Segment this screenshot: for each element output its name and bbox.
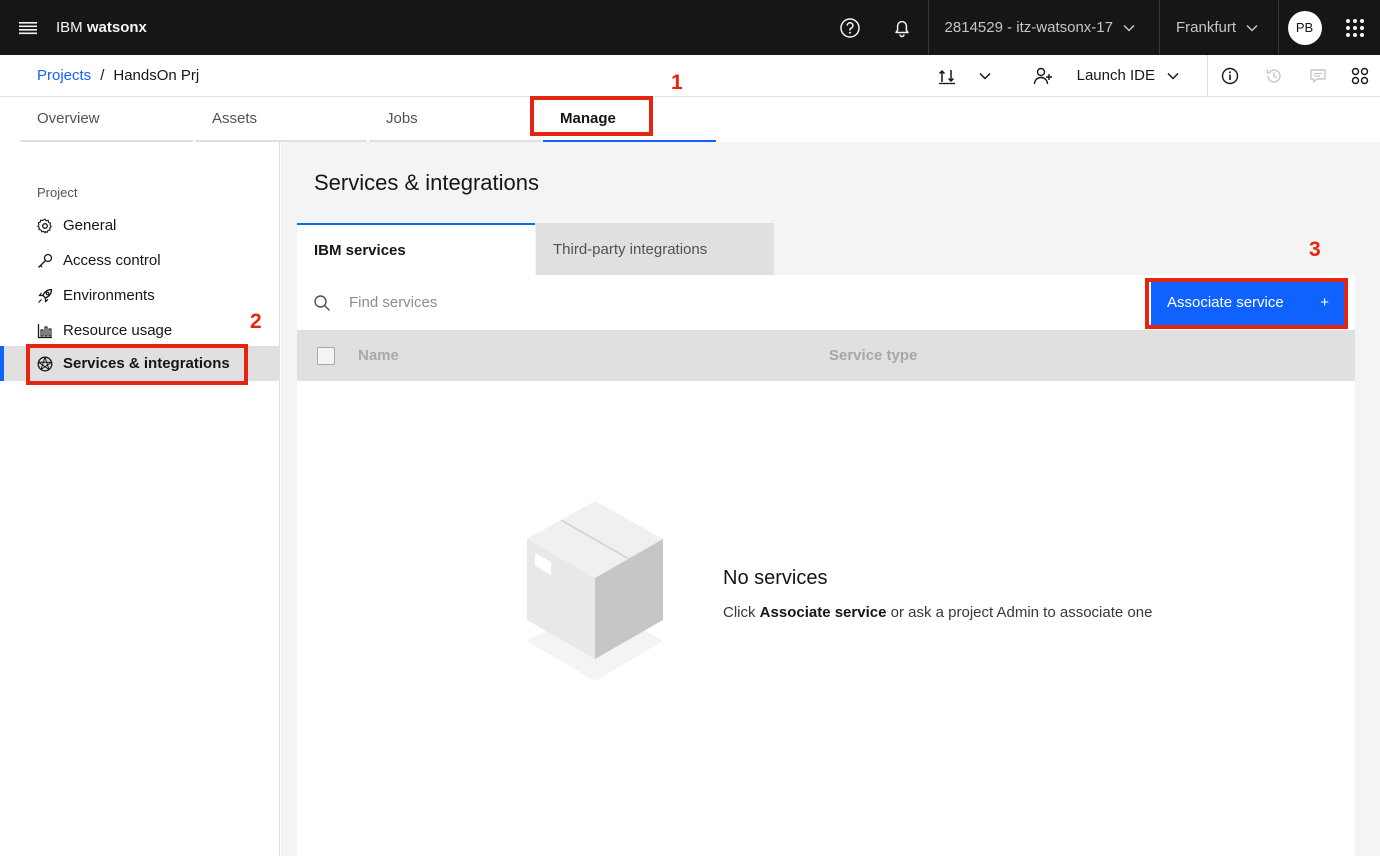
product-brand[interactable]: IBM watsonx	[56, 19, 147, 36]
sidebar-item-label: Environments	[63, 287, 155, 304]
annotation-box-manage-tab	[530, 96, 653, 136]
tab-overview[interactable]: Overview	[20, 97, 193, 142]
chevron-down-icon	[1246, 24, 1258, 32]
sidebar-heading: Project	[37, 185, 78, 200]
hamburger-menu-icon[interactable]	[0, 0, 56, 55]
account-label: 2814529 - itz-watsonx-17	[944, 19, 1113, 36]
tab-third-party-integrations[interactable]: Third-party integrations	[536, 223, 774, 275]
brand-prefix: IBM	[56, 19, 83, 36]
table-header: Name Service type	[297, 330, 1355, 381]
breadcrumb-projects-link[interactable]: Projects	[37, 67, 91, 84]
info-icon[interactable]	[1208, 55, 1252, 97]
key-icon	[37, 253, 53, 269]
gear-icon	[37, 218, 53, 234]
empty-state-description: Click Associate service or ask a project…	[723, 604, 1152, 621]
project-tabs: Overview Assets Jobs Manage	[0, 97, 1380, 142]
add-collaborator-icon[interactable]	[1023, 55, 1063, 97]
search-input[interactable]	[349, 294, 1129, 311]
top-header: IBM watsonx 2814529 - itz-watsonx-17 Fra…	[0, 0, 1380, 55]
empty-state-title: No services	[723, 567, 828, 589]
annotation-number: 2	[250, 310, 262, 333]
breadcrumb: Projects / HandsOn Prj	[0, 67, 199, 84]
region-switcher[interactable]: Frankfurt	[1158, 0, 1278, 55]
chevron-down-icon[interactable]	[967, 55, 1003, 97]
select-all-checkbox[interactable]	[317, 346, 335, 365]
breadcrumb-separator: /	[100, 67, 105, 84]
annotation-box-services-integrations	[26, 344, 248, 385]
sidebar-item-label: General	[63, 217, 117, 234]
bar-chart-icon	[37, 323, 53, 339]
project-header: Projects / HandsOn Prj Launch IDE	[0, 54, 1380, 97]
user-menu[interactable]: PB	[1278, 0, 1330, 55]
table-body: No services Click Associate service or a…	[297, 381, 1355, 856]
chevron-down-icon	[1167, 72, 1179, 80]
tab-ibm-services[interactable]: IBM services	[297, 223, 535, 275]
empty-desc-suffix: or ask a project Admin to associate one	[890, 604, 1153, 621]
sidebar-item-environments[interactable]: Environments	[0, 278, 280, 313]
launch-ide-label: Launch IDE	[1076, 67, 1155, 84]
rocket-icon	[37, 288, 53, 304]
empty-desc-bold: Associate service	[759, 604, 887, 621]
notification-bell-icon[interactable]	[876, 0, 928, 55]
comments-icon[interactable]	[1296, 55, 1340, 97]
breadcrumb-current: HandsOn Prj	[113, 67, 200, 84]
search-icon	[297, 294, 341, 312]
annotation-box-associate-service	[1145, 278, 1348, 329]
sidebar-item-general[interactable]: General	[0, 208, 280, 243]
sidebar-item-resource-usage[interactable]: Resource usage	[0, 313, 280, 348]
app-switcher-icon[interactable]	[1330, 0, 1380, 55]
import-export-icon[interactable]	[927, 55, 967, 97]
help-icon[interactable]	[824, 0, 876, 55]
manage-sidebar: Project General Access control Environme…	[0, 142, 280, 856]
empty-desc-prefix: Click	[723, 604, 756, 621]
chevron-down-icon	[1123, 24, 1135, 32]
region-label: Frankfurt	[1175, 19, 1236, 36]
main-content: Services & integrations IBM services Thi…	[281, 142, 1380, 856]
column-header-service-type[interactable]: Service type	[829, 347, 917, 364]
page-title: Services & integrations	[314, 170, 539, 195]
apps-icon[interactable]	[1340, 55, 1380, 97]
history-icon[interactable]	[1252, 55, 1296, 97]
tab-assets[interactable]: Assets	[195, 97, 367, 142]
avatar: PB	[1287, 10, 1322, 45]
tab-jobs[interactable]: Jobs	[369, 97, 541, 142]
sidebar-item-access-control[interactable]: Access control	[0, 243, 280, 278]
sidebar-item-label: Resource usage	[63, 322, 173, 339]
annotation-number: 1	[671, 71, 683, 94]
sidebar-item-label: Access control	[63, 252, 161, 269]
account-switcher[interactable]: 2814529 - itz-watsonx-17	[927, 0, 1159, 55]
empty-box-illustration	[527, 501, 663, 681]
launch-ide-menu[interactable]: Launch IDE	[1063, 54, 1208, 97]
column-header-name[interactable]: Name	[358, 347, 399, 364]
annotation-number: 3	[1309, 238, 1321, 261]
brand-name: watsonx	[86, 19, 147, 36]
